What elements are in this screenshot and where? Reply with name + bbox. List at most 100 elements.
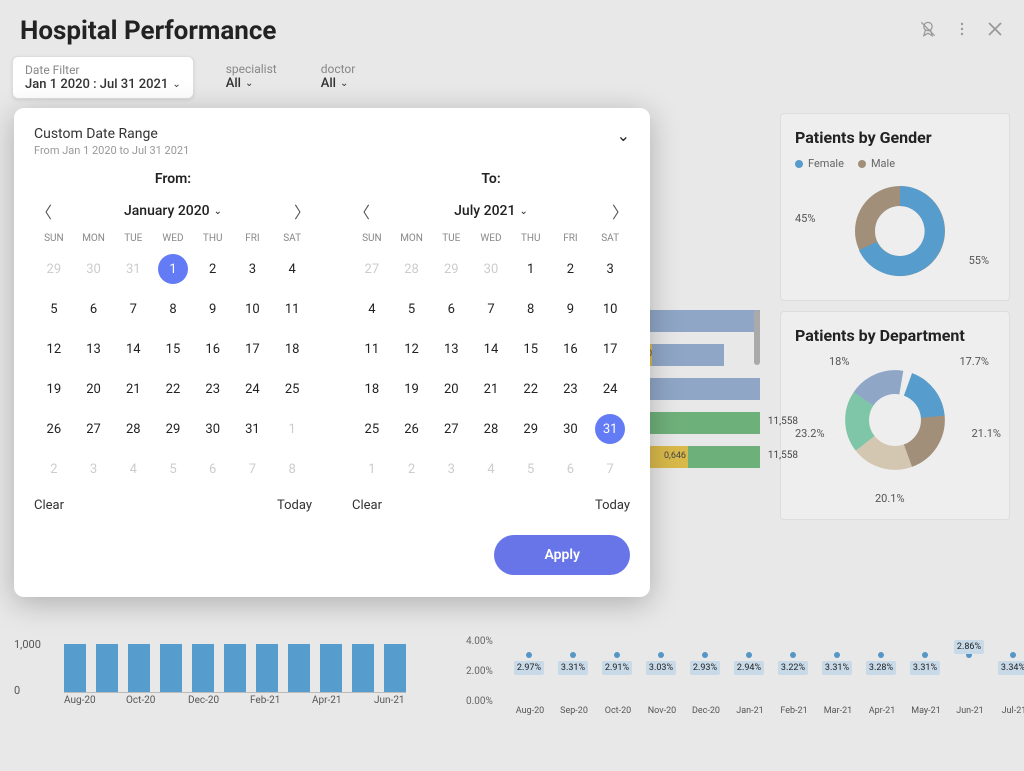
calendar-day[interactable]: 20 xyxy=(74,372,114,406)
next-month-to[interactable]: 〉 xyxy=(610,199,630,223)
calendar-day[interactable]: 6 xyxy=(74,292,114,326)
calendar-day[interactable]: 11 xyxy=(352,332,392,366)
today-to[interactable]: Today xyxy=(595,498,630,513)
calendar-day[interactable]: 24 xyxy=(233,372,273,406)
calendar-day[interactable]: 29 xyxy=(511,412,551,446)
calendar-day[interactable]: 17 xyxy=(233,332,273,366)
calendar-day[interactable]: 2 xyxy=(392,452,432,486)
calendar-day[interactable]: 14 xyxy=(471,332,511,366)
calendar-day[interactable]: 31 xyxy=(233,412,273,446)
calendar-day[interactable]: 25 xyxy=(272,372,312,406)
calendar-day[interactable]: 17 xyxy=(590,332,630,366)
calendar-day[interactable]: 23 xyxy=(193,372,233,406)
calendar-day[interactable]: 18 xyxy=(352,372,392,406)
more-icon[interactable] xyxy=(954,21,970,41)
calendar-day[interactable]: 24 xyxy=(590,372,630,406)
calendar-day[interactable]: 10 xyxy=(233,292,273,326)
calendar-day[interactable]: 26 xyxy=(34,412,74,446)
calendar-day[interactable]: 31 xyxy=(113,252,153,286)
calendar-day[interactable]: 28 xyxy=(471,412,511,446)
calendar-day[interactable]: 29 xyxy=(34,252,74,286)
calendar-day[interactable]: 1 xyxy=(352,452,392,486)
calendar-day[interactable]: 7 xyxy=(471,292,511,326)
calendar-day[interactable]: 9 xyxy=(551,292,591,326)
calendar-day[interactable]: 1 xyxy=(272,412,312,446)
month-to[interactable]: July 2021 xyxy=(454,203,515,219)
calendar-day[interactable]: 9 xyxy=(193,292,233,326)
calendar-day[interactable]: 30 xyxy=(551,412,591,446)
calendar-day[interactable]: 10 xyxy=(590,292,630,326)
calendar-day[interactable]: 11 xyxy=(272,292,312,326)
calendar-day[interactable]: 6 xyxy=(551,452,591,486)
calendar-day[interactable]: 2 xyxy=(193,252,233,286)
calendar-day[interactable]: 7 xyxy=(590,452,630,486)
calendar-day[interactable]: 4 xyxy=(113,452,153,486)
calendar-day[interactable]: 29 xyxy=(431,252,471,286)
calendar-day[interactable]: 26 xyxy=(392,412,432,446)
calendar-day[interactable]: 7 xyxy=(233,452,273,486)
calendar-day[interactable]: 22 xyxy=(153,372,193,406)
calendar-day[interactable]: 2 xyxy=(551,252,591,286)
calendar-day[interactable]: 2 xyxy=(34,452,74,486)
calendar-day[interactable]: 30 xyxy=(471,252,511,286)
calendar-day[interactable]: 22 xyxy=(511,372,551,406)
close-icon[interactable] xyxy=(986,20,1004,42)
calendar-day[interactable]: 6 xyxy=(193,452,233,486)
calendar-day[interactable]: 29 xyxy=(153,412,193,446)
calendar-day[interactable]: 1 xyxy=(511,252,551,286)
calendar-day[interactable]: 6 xyxy=(431,292,471,326)
prev-month-from[interactable]: 〈 xyxy=(34,199,54,223)
calendar-day[interactable]: 3 xyxy=(74,452,114,486)
calendar-day[interactable]: 21 xyxy=(471,372,511,406)
scroll-thumb[interactable] xyxy=(754,310,760,365)
calendar-day[interactable]: 28 xyxy=(392,252,432,286)
ribbon-icon[interactable] xyxy=(918,19,938,43)
apply-button[interactable]: Apply xyxy=(494,535,630,575)
date-filter[interactable]: Date Filter Jan 1 2020 : Jul 31 2021⌄ xyxy=(12,56,194,99)
clear-from[interactable]: Clear xyxy=(34,498,64,513)
calendar-day[interactable]: 30 xyxy=(193,412,233,446)
calendar-day[interactable]: 4 xyxy=(272,252,312,286)
calendar-day[interactable]: 15 xyxy=(511,332,551,366)
calendar-day[interactable]: 27 xyxy=(431,412,471,446)
calendar-day[interactable]: 13 xyxy=(74,332,114,366)
calendar-day[interactable]: 8 xyxy=(511,292,551,326)
calendar-day[interactable]: 5 xyxy=(511,452,551,486)
calendar-day[interactable]: 14 xyxy=(113,332,153,366)
calendar-day[interactable]: 23 xyxy=(551,372,591,406)
calendar-day[interactable]: 8 xyxy=(153,292,193,326)
calendar-day[interactable]: 5 xyxy=(153,452,193,486)
calendar-day[interactable]: 3 xyxy=(233,252,273,286)
prev-month-to[interactable]: 〈 xyxy=(352,199,372,223)
today-from[interactable]: Today xyxy=(277,498,312,513)
calendar-day[interactable]: 12 xyxy=(34,332,74,366)
chevron-down-icon[interactable]: ⌄ xyxy=(617,126,630,145)
calendar-day[interactable]: 20 xyxy=(431,372,471,406)
clear-to[interactable]: Clear xyxy=(352,498,382,513)
calendar-day[interactable]: 16 xyxy=(551,332,591,366)
calendar-day[interactable]: 19 xyxy=(34,372,74,406)
doctor-filter[interactable]: doctor All⌄ xyxy=(309,56,368,99)
calendar-day[interactable]: 25 xyxy=(352,412,392,446)
calendar-day[interactable]: 18 xyxy=(272,332,312,366)
calendar-day[interactable]: 19 xyxy=(392,372,432,406)
calendar-day[interactable]: 3 xyxy=(590,252,630,286)
calendar-day[interactable]: 3 xyxy=(431,452,471,486)
calendar-day[interactable]: 12 xyxy=(392,332,432,366)
calendar-day[interactable]: 28 xyxy=(113,412,153,446)
specialist-filter[interactable]: specialist All⌄ xyxy=(214,56,289,99)
calendar-day[interactable]: 5 xyxy=(34,292,74,326)
calendar-day[interactable]: 27 xyxy=(352,252,392,286)
calendar-day[interactable]: 30 xyxy=(74,252,114,286)
calendar-day[interactable]: 31 xyxy=(595,414,625,444)
calendar-day[interactable]: 13 xyxy=(431,332,471,366)
calendar-day[interactable]: 21 xyxy=(113,372,153,406)
calendar-day[interactable]: 15 xyxy=(153,332,193,366)
calendar-day[interactable]: 4 xyxy=(471,452,511,486)
calendar-day[interactable]: 7 xyxy=(113,292,153,326)
calendar-day[interactable]: 8 xyxy=(272,452,312,486)
next-month-from[interactable]: 〉 xyxy=(292,199,312,223)
calendar-day[interactable]: 1 xyxy=(158,254,188,284)
calendar-day[interactable]: 16 xyxy=(193,332,233,366)
calendar-day[interactable]: 27 xyxy=(74,412,114,446)
